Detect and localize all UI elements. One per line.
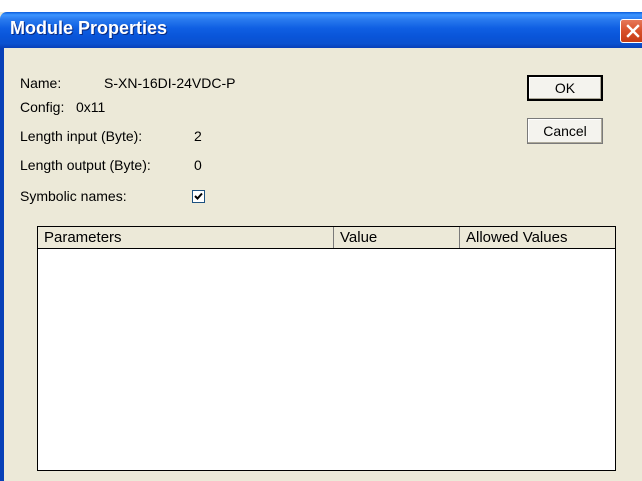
title-bar[interactable]: Module Properties bbox=[0, 12, 642, 48]
list-header: Parameters Value Allowed Values bbox=[38, 227, 615, 249]
symbolic-names-label: Symbolic names: bbox=[20, 188, 127, 204]
symbolic-names-checkbox[interactable] bbox=[192, 190, 205, 203]
column-header-value[interactable]: Value bbox=[334, 227, 460, 248]
name-value: S-XN-16DI-24VDC-P bbox=[104, 75, 236, 91]
config-label: Config: bbox=[20, 99, 65, 115]
cancel-button[interactable]: Cancel bbox=[527, 118, 603, 144]
window-frame-left bbox=[0, 48, 4, 481]
close-icon bbox=[626, 24, 640, 38]
close-button[interactable] bbox=[620, 19, 642, 43]
window-title: Module Properties bbox=[10, 18, 168, 38]
checkmark-icon bbox=[194, 192, 203, 200]
length-input-label: Length input (Byte): bbox=[20, 128, 143, 144]
column-header-allowed-values[interactable]: Allowed Values bbox=[460, 227, 615, 248]
column-header-parameters[interactable]: Parameters bbox=[38, 227, 334, 248]
parameters-list[interactable]: Parameters Value Allowed Values bbox=[37, 226, 616, 471]
config-value: 0x11 bbox=[76, 99, 106, 115]
ok-button[interactable]: OK bbox=[527, 75, 603, 101]
length-output-label: Length output (Byte): bbox=[20, 157, 151, 173]
length-output-value: 0 bbox=[194, 157, 202, 173]
length-input-value: 2 bbox=[194, 128, 202, 144]
module-properties-dialog: Module Properties Name: S-XN-16DI-24VDC-… bbox=[0, 0, 642, 481]
list-body[interactable] bbox=[38, 249, 615, 470]
window-top-background bbox=[0, 0, 642, 12]
name-label: Name: bbox=[20, 75, 62, 91]
